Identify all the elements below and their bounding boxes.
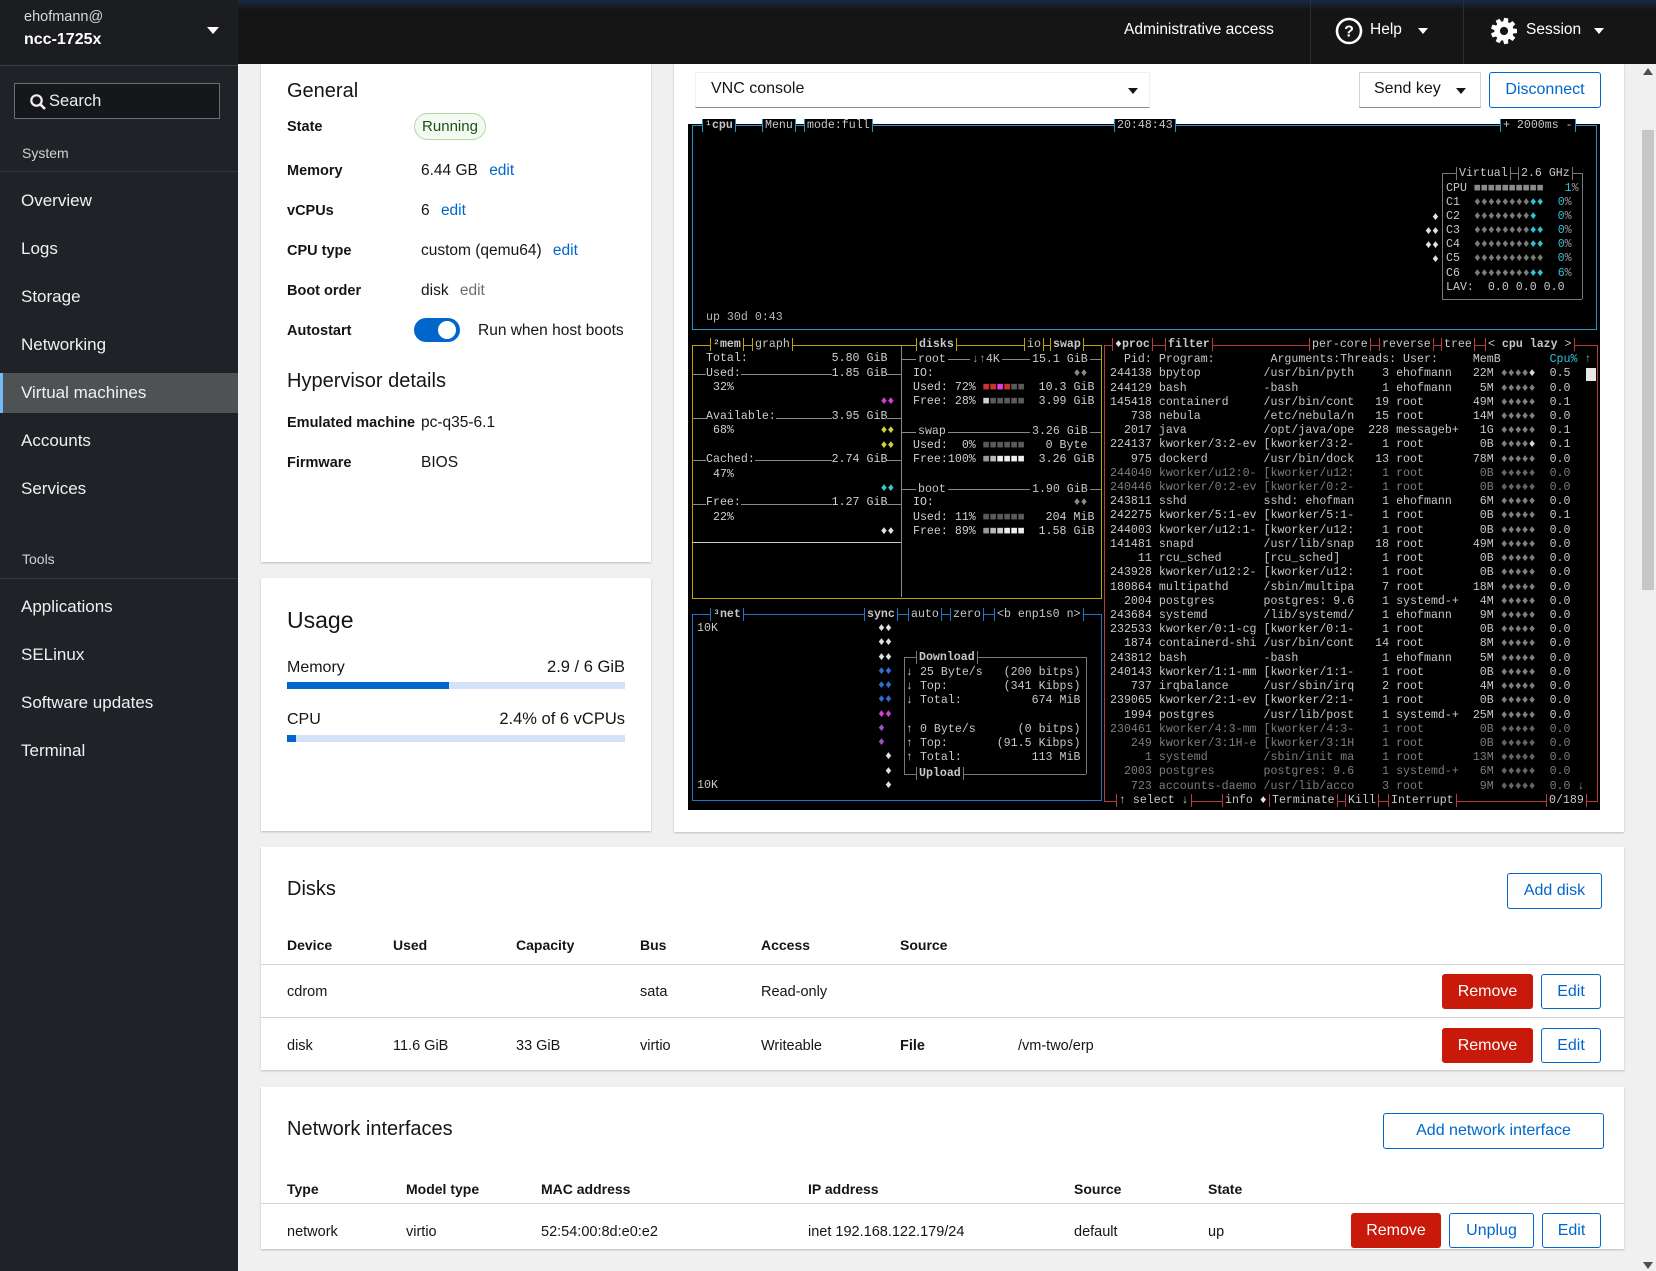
svg-text:?: ?	[1344, 24, 1354, 41]
